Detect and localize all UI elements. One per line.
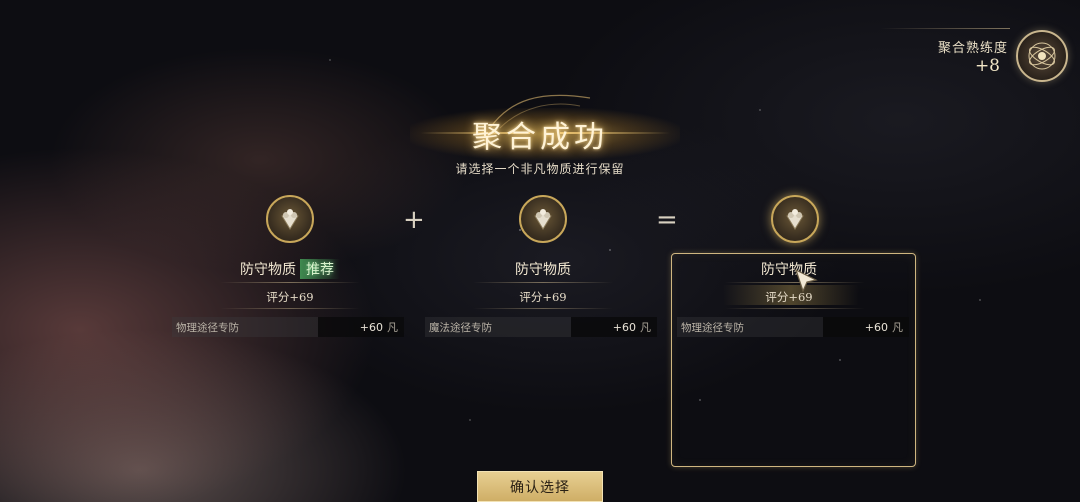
proficiency-label: 聚合熟练度 [937,40,1008,56]
divider [473,308,613,309]
stat-value-box: +60 凡 [823,317,909,337]
result-title: 聚合成功 [472,120,608,155]
divider [725,308,865,309]
stat-row: 魔法途径专防 +60 凡 [425,317,657,337]
recommend-badge: 推荐 [300,259,340,279]
material-card-3[interactable]: 防守物质 评分+69 物理途径专防 +60 凡 [671,195,909,365]
defense-material-icon [771,195,819,243]
stat-value: +60 [864,320,888,334]
material-score: 评分+69 [266,290,314,304]
stat-unit: 凡 [640,321,651,334]
material-card-1[interactable]: 防守物质 推荐 评分+69 物理途径专防 +60 凡 [172,195,408,365]
divider [220,282,360,283]
stat-row: 物理途径专防 +60 凡 [172,317,404,337]
material-name: 防守物质 [515,262,571,278]
material-name: 防守物质 推荐 [172,259,408,279]
material-name: 防守物质 [761,262,817,278]
stat-value: +60 [612,320,636,334]
stat-unit: 凡 [892,321,903,334]
confirm-selection-button[interactable]: 确认选择 [477,471,603,502]
proficiency-panel: 聚合熟练度 +8 [938,30,1068,82]
stat-label: 物理途径专防 [176,321,239,334]
proficiency-emblem-icon[interactable] [1016,30,1068,82]
stat-unit: 凡 [387,321,398,334]
defense-material-icon [266,195,314,243]
stat-value-box: +60 凡 [571,317,657,337]
proficiency-value: +8 [974,55,1000,76]
stat-value: +60 [359,320,383,334]
stat-label: 魔法途径专防 [429,321,492,334]
material-card-2[interactable]: 防守物质 评分+69 魔法途径专防 +60 凡 [425,195,661,365]
stat-row: 物理途径专防 +60 凡 [677,317,909,337]
stat-label: 物理途径专防 [681,321,744,334]
defense-material-icon [519,195,567,243]
divider [220,308,360,309]
stat-value-box: +60 凡 [318,317,404,337]
result-subtitle: 请选择一个非凡物质进行保留 [455,162,625,176]
pointer-cursor-icon [794,268,818,293]
proficiency-divider [880,28,1010,29]
material-score: 评分+69 [765,290,813,304]
divider [473,282,613,283]
material-score: 评分+69 [519,290,567,304]
